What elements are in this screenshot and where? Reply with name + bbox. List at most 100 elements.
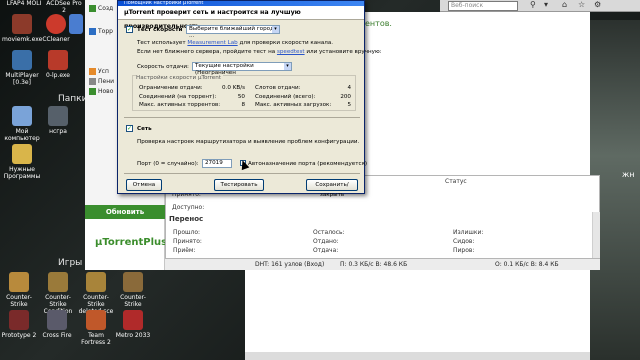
setting-value: 0.0 KB/s bbox=[222, 85, 245, 91]
transfer-label: Отдано: bbox=[313, 238, 339, 245]
desktop-icon-crossfire[interactable]: Cross Fire bbox=[38, 310, 76, 339]
upgrade-button[interactable]: Обновить bbox=[85, 205, 165, 219]
transfer-label: Сидов: bbox=[453, 238, 475, 245]
utorrent-plus-promo[interactable]: µTorrentPlus bbox=[85, 219, 168, 270]
speedtest-link[interactable]: speedtest bbox=[277, 49, 305, 55]
server-select[interactable]: Выберите ближайший город ... ▾ bbox=[186, 25, 280, 39]
desktop-icon-label: MultiPlayer [0.3e] bbox=[5, 72, 39, 86]
folder-icon bbox=[48, 106, 68, 126]
counter-strike-icon bbox=[48, 272, 68, 292]
multiplayer-icon bbox=[12, 50, 32, 70]
desktop-icon-metro[interactable]: Metro 2033 bbox=[114, 310, 152, 339]
desktop-icon-label: Prototype 2 bbox=[1, 332, 37, 339]
transfer-heading: Перенос bbox=[169, 215, 204, 223]
cancel-button[interactable]: Отмена bbox=[126, 179, 162, 191]
sidebar-item-news[interactable]: Ново bbox=[89, 88, 113, 95]
upload-status: О: 0.1 КБ/с В: 8.4 КБ bbox=[495, 261, 559, 268]
side-panel-text: жн bbox=[622, 170, 635, 179]
desktop-heading-games: Игры bbox=[58, 258, 83, 268]
available-label: Доступно: bbox=[172, 204, 205, 211]
counter-strike-icon bbox=[123, 272, 143, 292]
chevron-down-icon: ▾ bbox=[272, 26, 279, 33]
computer-icon bbox=[12, 106, 32, 126]
transfer-label: Прошло: bbox=[173, 229, 201, 236]
desktop-icon-tf2[interactable]: Team Fortress 2 bbox=[76, 310, 116, 346]
desktop-icon-label: CCleaner bbox=[42, 36, 70, 43]
speed-settings-group: Настройки скорости µTorrent Ограничение … bbox=[132, 75, 356, 111]
test-button[interactable]: Тестировать bbox=[214, 179, 264, 191]
sidebar-item-label: Ново bbox=[98, 88, 114, 95]
dht-status: DHT: 161 узлов (Вход) bbox=[255, 261, 325, 268]
transfer-label: Излишки: bbox=[453, 229, 484, 236]
desktop-icon-label: Нужные Программы bbox=[3, 166, 41, 180]
save-close-button[interactable]: Сохранить/закрыть bbox=[306, 179, 358, 198]
crossfire-icon bbox=[47, 310, 67, 330]
speed-test-info-line1: Тест использует Measurement Lab для пров… bbox=[137, 40, 333, 46]
details-scrollbar[interactable] bbox=[592, 212, 600, 258]
desktop-icon-programs[interactable]: Нужные Программы bbox=[2, 144, 42, 180]
desktop-icon-multiplayer[interactable]: MultiPlayer [0.3e] bbox=[2, 50, 42, 86]
setting-label: Макс. активных торрентов: bbox=[139, 102, 221, 108]
setting-value: 200 bbox=[340, 94, 351, 100]
desktop-top-label[interactable]: ACDSee Pro 2 bbox=[44, 0, 84, 14]
upload-speed-select[interactable]: Текущие настройки (Неограничен ▾ bbox=[192, 62, 292, 76]
app-icon bbox=[89, 78, 96, 85]
dialog-header-text: µTorrent проверит сеть и настроится на л… bbox=[118, 6, 364, 30]
setting-label: Соединений (всего): bbox=[255, 94, 316, 100]
news-icon bbox=[89, 88, 96, 95]
section-divider bbox=[124, 117, 360, 118]
speed-test-checkbox[interactable]: ✓ bbox=[126, 26, 133, 33]
port-input[interactable]: 27019 bbox=[202, 159, 232, 168]
torrent-icon bbox=[89, 28, 96, 35]
desktop-icon-cs-ds[interactable]: Counter-Strike deleted sce bbox=[76, 272, 116, 315]
sidebar-item-label: Усп bbox=[98, 68, 109, 75]
network-label: Сеть bbox=[137, 126, 152, 132]
browser-bottom-strip bbox=[245, 352, 590, 360]
desktop-top-label[interactable]: LFAP4 MOLI bbox=[4, 0, 44, 7]
exe-icon bbox=[48, 50, 68, 70]
measurement-lab-link[interactable]: Measurement Lab bbox=[187, 40, 237, 46]
network-description: Проверка настроек маршрутизатора и выявл… bbox=[137, 139, 360, 145]
sidebar-item-apps[interactable]: Пени bbox=[89, 78, 114, 85]
moviemk-icon bbox=[12, 14, 32, 34]
ccleaner-icon bbox=[46, 14, 66, 34]
utorrent-plus-logo: µTorrentPlus bbox=[95, 237, 168, 248]
sidebar-item-torrents[interactable]: Торр bbox=[89, 28, 113, 35]
sidebar-item-create[interactable]: Созд bbox=[89, 5, 113, 12]
setting-label: Макс. активных загрузок: bbox=[255, 102, 332, 108]
folder-icon bbox=[12, 144, 32, 164]
transfer-label: Отдача: bbox=[313, 247, 339, 254]
desktop-icon-label: 0-lp.exe bbox=[45, 72, 70, 79]
desktop-icon-my-computer[interactable]: Мой компьютер bbox=[2, 106, 42, 142]
sidebar-item-label: Торр bbox=[98, 28, 113, 35]
counter-strike-icon bbox=[86, 272, 106, 292]
desktop-top-label-text: LFAP4 MOLI bbox=[6, 0, 42, 7]
prototype-icon bbox=[9, 310, 29, 330]
new-icon bbox=[89, 5, 96, 12]
network-checkbox[interactable]: ✓ bbox=[126, 125, 133, 132]
sidebar-item-label: Пени bbox=[98, 78, 115, 85]
tab-status[interactable]: Статус bbox=[445, 178, 467, 185]
port-label: Порт (0 = случайно): bbox=[137, 161, 199, 167]
torrent-icon bbox=[69, 14, 83, 34]
server-select-value: Выберите ближайший город ... bbox=[189, 26, 274, 39]
desktop-icon-label: нсгра bbox=[49, 128, 67, 135]
desktop-icon-cs[interactable]: Counter-Strike bbox=[0, 272, 38, 308]
section-divider bbox=[124, 173, 360, 174]
transfer-label: Осталось: bbox=[313, 229, 345, 236]
desktop-icon-cs2[interactable]: Counter-Strike bbox=[114, 272, 152, 308]
transfer-label: Приём: bbox=[173, 247, 196, 254]
speed-test-label: Тест скорости bbox=[137, 27, 183, 33]
setting-value: 50 bbox=[237, 94, 245, 100]
speed-settings-title: Настройки скорости µTorrent bbox=[136, 75, 223, 81]
desktop-icon-0lp[interactable]: 0-lp.exe bbox=[38, 50, 78, 79]
setting-value: 4 bbox=[347, 85, 351, 91]
desktop-icon-prototype2[interactable]: Prototype 2 bbox=[0, 310, 38, 339]
desktop-icon-torr[interactable] bbox=[66, 14, 86, 36]
transfer-label: Пиров: bbox=[453, 247, 475, 254]
auto-port-label: Автоназначение порта (рекомендуется) bbox=[248, 161, 368, 167]
sidebar-item-feeds[interactable]: Усп bbox=[89, 68, 109, 75]
desktop-icon-games-folder[interactable]: нсгра bbox=[38, 106, 78, 135]
chevron-down-icon: ▾ bbox=[284, 63, 291, 70]
status-bar: DHT: 161 узлов (Вход) П: 0.3 КБ/с В: 48.… bbox=[165, 258, 600, 270]
